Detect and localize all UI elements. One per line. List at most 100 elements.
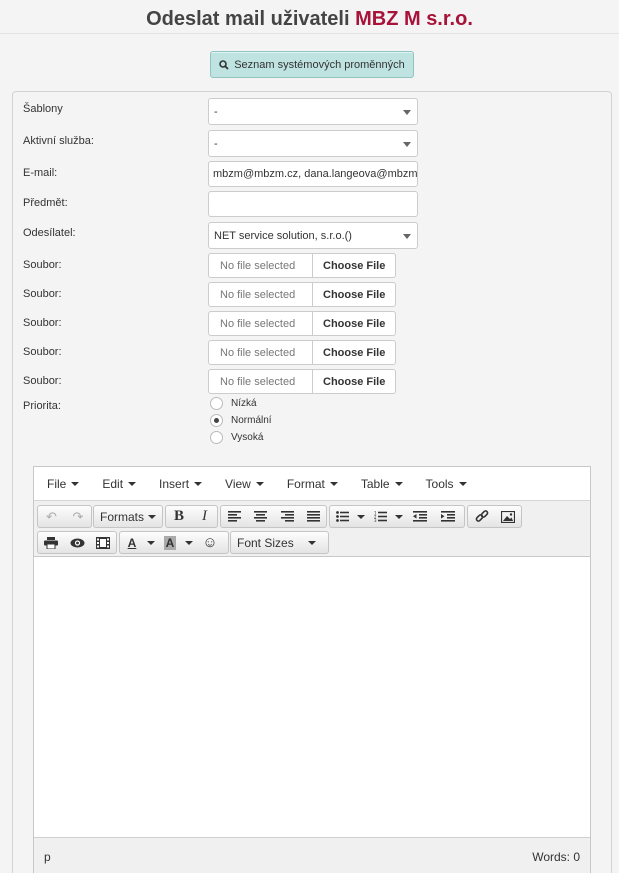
redo-icon[interactable]: ↷ — [65, 506, 91, 527]
bullet-list-icon[interactable] — [330, 506, 354, 527]
chevron-down-icon — [128, 481, 137, 486]
link-icon[interactable] — [468, 506, 495, 527]
file-input-3[interactable]: No file selected Choose File — [208, 311, 396, 336]
menu-table[interactable]: Table — [361, 477, 403, 491]
menu-label: Edit — [102, 476, 124, 491]
print-icon[interactable] — [38, 532, 64, 553]
sender-select[interactable]: NET service solution, s.r.o.() — [208, 222, 418, 249]
sender-label: Odesílatel: — [23, 227, 76, 239]
bold-icon[interactable]: B — [166, 506, 192, 527]
priority-option-label: Nízká — [231, 398, 257, 409]
choose-file-button-1[interactable]: Choose File — [313, 254, 395, 277]
page-title: Odeslat mail uživateli MBZ M s.r.o. — [0, 8, 619, 31]
chevron-down-icon — [403, 142, 411, 147]
radio-button-selected[interactable] — [210, 414, 223, 427]
font-size-group: Font Sizes — [230, 531, 329, 554]
choose-file-button-4[interactable]: Choose File — [313, 341, 395, 364]
chevron-down-icon — [71, 481, 80, 486]
active-service-value: - — [214, 137, 218, 150]
file-input-4[interactable]: No file selected Choose File — [208, 340, 396, 365]
priority-option-low[interactable]: Nízká — [210, 397, 257, 410]
file-input-5[interactable]: No file selected Choose File — [208, 369, 396, 394]
chevron-down-icon — [194, 481, 203, 486]
menu-view[interactable]: View — [225, 477, 264, 491]
email-label: E-mail: — [23, 167, 58, 179]
menu-tools[interactable]: Tools — [426, 477, 467, 491]
image-icon[interactable] — [495, 506, 521, 527]
file-status-3: No file selected — [209, 312, 313, 335]
element-path[interactable]: p — [44, 850, 51, 864]
priority-option-normal[interactable]: Normální — [210, 414, 272, 427]
file-status-2: No file selected — [209, 283, 313, 306]
menu-file[interactable]: File — [47, 476, 80, 491]
system-variables-button[interactable]: Seznam systémových proměnných — [210, 51, 414, 78]
menu-label: Tools — [425, 476, 454, 491]
file-label-5: Soubor: — [23, 375, 62, 387]
chevron-down-icon — [147, 540, 155, 545]
chevron-down-icon — [357, 514, 365, 519]
word-count: Words: 0 — [532, 849, 580, 864]
chevron-down-icon[interactable] — [392, 506, 406, 527]
choose-file-button-2[interactable]: Choose File — [313, 283, 395, 306]
file-label-3: Soubor: — [23, 317, 62, 329]
align-left-icon[interactable] — [221, 506, 247, 527]
emoticon-icon[interactable]: ☺ — [196, 532, 224, 553]
media-icon[interactable] — [90, 532, 116, 553]
chevron-down-icon[interactable] — [182, 532, 196, 553]
align-right-icon[interactable] — [274, 506, 300, 527]
page-title-prefix: Odeslat mail uživateli — [146, 8, 350, 30]
file-status-4: No file selected — [209, 341, 313, 364]
font-sizes-label: Font Sizes — [237, 535, 294, 550]
menu-format[interactable]: Format — [287, 477, 338, 491]
list-indent-group: 123 — [329, 505, 465, 528]
text-color-icon[interactable]: A — [120, 532, 144, 553]
subject-label: Předmět: — [23, 197, 68, 209]
indent-icon[interactable] — [434, 506, 462, 527]
menu-insert[interactable]: Insert — [159, 476, 203, 491]
editor-statusbar: p Words: 0 — [34, 837, 590, 873]
file-label-1: Soubor: — [23, 259, 62, 271]
align-justify-icon[interactable] — [300, 506, 326, 527]
file-input-1[interactable]: No file selected Choose File — [208, 253, 396, 278]
chevron-down-icon — [395, 514, 403, 519]
priority-option-high[interactable]: Vysoká — [210, 431, 263, 444]
priority-option-label: Normální — [231, 415, 272, 426]
file-label-2: Soubor: — [23, 288, 62, 300]
preview-eye-icon[interactable] — [64, 532, 90, 553]
editor-content-area[interactable] — [34, 557, 590, 837]
undo-redo-group: ↶ ↷ — [37, 505, 92, 528]
subject-field[interactable] — [208, 191, 418, 217]
align-center-icon[interactable] — [247, 506, 274, 527]
undo-icon[interactable]: ↶ — [38, 506, 65, 527]
menu-label: Table — [360, 476, 390, 491]
numbered-list-icon[interactable]: 123 — [368, 506, 392, 527]
chevron-down-icon[interactable] — [354, 506, 368, 527]
italic-icon[interactable]: I — [192, 506, 217, 527]
radio-button[interactable] — [210, 397, 223, 410]
templates-value: - — [214, 105, 218, 118]
font-sizes-dropdown[interactable]: Font Sizes — [231, 532, 328, 553]
search-icon — [219, 59, 229, 70]
chevron-down-icon — [394, 481, 403, 486]
choose-file-button-3[interactable]: Choose File — [313, 312, 395, 335]
choose-file-button-5[interactable]: Choose File — [313, 370, 395, 393]
email-field[interactable]: mbzm@mbzm.cz, dana.langeova@mbzm. — [208, 161, 418, 187]
formats-label: Formats — [99, 509, 144, 524]
active-service-select[interactable]: - — [208, 130, 418, 157]
rich-text-editor: File Edit Insert View Format Table Tools… — [33, 466, 591, 873]
templates-select[interactable]: - — [208, 98, 418, 125]
background-color-icon[interactable]: A — [158, 532, 182, 553]
menu-label: File — [47, 476, 67, 491]
outdent-icon[interactable] — [406, 506, 434, 527]
formats-dropdown[interactable]: Formats — [94, 506, 162, 527]
file-input-2[interactable]: No file selected Choose File — [208, 282, 396, 307]
menu-label: Insert — [159, 476, 190, 491]
active-service-label: Aktivní služba: — [23, 135, 94, 147]
radio-button[interactable] — [210, 431, 223, 444]
chevron-down-icon — [255, 481, 264, 486]
chevron-down-icon[interactable] — [144, 532, 158, 553]
text-style-group: B I — [165, 505, 218, 528]
menu-edit[interactable]: Edit — [102, 476, 137, 491]
chevron-down-icon — [148, 514, 156, 519]
editor-menubar: File Edit Insert View Format Table Tools — [34, 467, 590, 500]
